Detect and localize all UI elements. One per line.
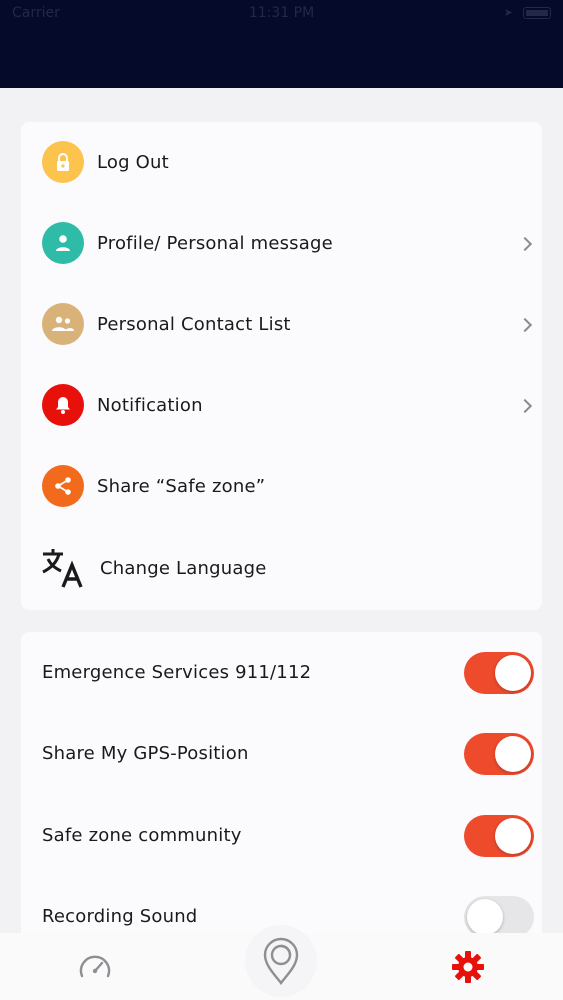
tab-settings[interactable] bbox=[432, 933, 504, 1000]
menu-item-label: Log Out bbox=[97, 152, 169, 173]
location-pin-icon bbox=[263, 937, 299, 985]
chevron-right-icon bbox=[517, 398, 533, 413]
share-gps-toggle[interactable] bbox=[464, 732, 534, 775]
settings-menu-card: Log Out Profile/ Personal message Person… bbox=[21, 122, 542, 610]
menu-item-change-language[interactable]: Change Language bbox=[21, 528, 542, 609]
tab-location[interactable] bbox=[245, 925, 317, 1000]
toggle-label: Emergence Services 911/112 bbox=[42, 662, 312, 683]
translate-icon bbox=[40, 547, 88, 589]
bell-icon bbox=[42, 384, 84, 426]
menu-item-label: Personal Contact List bbox=[97, 314, 291, 335]
battery-icon bbox=[523, 7, 551, 19]
menu-item-label: Share “Safe zone” bbox=[97, 476, 266, 497]
toggle-label: Share My GPS-Position bbox=[42, 743, 249, 764]
tab-speedometer[interactable] bbox=[60, 933, 130, 1000]
toggle-row-safe-zone-community: Safe zone community bbox=[21, 795, 542, 876]
menu-item-label: Notification bbox=[97, 395, 203, 416]
toggle-label: Recording Sound bbox=[42, 906, 198, 927]
toggle-settings-card: Emergence Services 911/112 Share My GPS-… bbox=[21, 632, 542, 952]
person-icon bbox=[42, 222, 84, 264]
toggle-row-share-gps: Share My GPS-Position bbox=[21, 713, 542, 794]
emergency-services-toggle[interactable] bbox=[464, 651, 534, 694]
toggle-row-emergency-services: Emergence Services 911/112 bbox=[21, 632, 542, 713]
menu-item-label: Profile/ Personal message bbox=[97, 233, 333, 254]
settings-gear-icon bbox=[452, 950, 484, 983]
location-arrow-icon: ➤ bbox=[503, 6, 513, 19]
bottom-tab-bar bbox=[0, 925, 563, 1000]
menu-item-log-out[interactable]: Log Out bbox=[21, 122, 542, 203]
menu-item-share[interactable]: Share “Safe zone” bbox=[21, 446, 542, 527]
share-icon bbox=[42, 465, 84, 507]
lock-icon bbox=[42, 141, 84, 183]
menu-item-contact-list[interactable]: Personal Contact List bbox=[21, 284, 542, 365]
group-icon bbox=[42, 303, 84, 345]
status-time: 11:31 PM bbox=[248, 5, 315, 21]
menu-item-profile[interactable]: Profile/ Personal message bbox=[21, 203, 542, 284]
menu-item-label: Change Language bbox=[100, 558, 267, 579]
chevron-right-icon bbox=[517, 317, 533, 332]
chevron-right-icon bbox=[517, 236, 533, 251]
toggle-label: Safe zone community bbox=[42, 825, 242, 846]
speedometer-icon bbox=[79, 955, 111, 977]
menu-item-notification[interactable]: Notification bbox=[21, 365, 542, 446]
recording-sound-toggle[interactable] bbox=[464, 895, 534, 938]
status-bar: Carrier 11:31 PM ➤ bbox=[0, 0, 563, 88]
safe-zone-community-toggle[interactable] bbox=[464, 814, 534, 857]
